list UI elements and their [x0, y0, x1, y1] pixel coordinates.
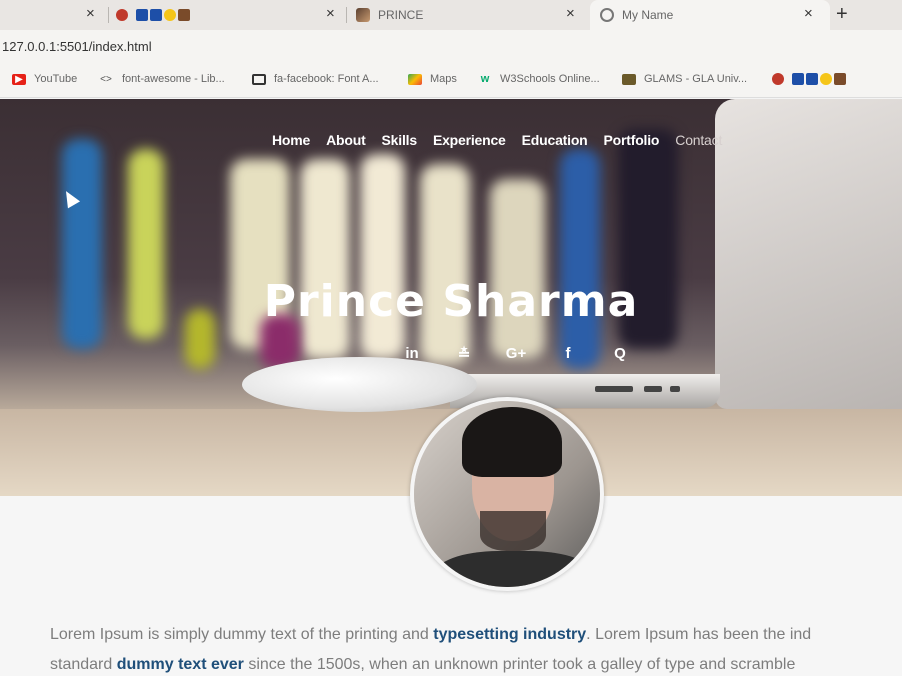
tab-my-name[interactable]: My Name × — [590, 0, 830, 30]
close-icon[interactable]: × — [326, 5, 335, 22]
glams-icon — [622, 73, 636, 85]
profile-avatar — [410, 397, 604, 591]
google-plus-icon[interactable]: G+ — [490, 345, 542, 363]
linkedin-icon[interactable]: in — [386, 345, 438, 363]
bookmark-label: fa-facebook: Font A... — [274, 73, 379, 85]
tab-title: My Name — [622, 8, 674, 22]
close-icon[interactable]: × — [566, 5, 575, 22]
quora-icon[interactable]: Q — [594, 345, 646, 363]
tab-1[interactable]: × — [0, 0, 110, 30]
page-favicon-icon — [356, 8, 370, 22]
laptop-port — [644, 386, 662, 392]
page-icon — [252, 73, 266, 85]
laptop-image — [715, 99, 902, 409]
background-book — [490, 179, 545, 359]
tab-prince[interactable]: PRINCE × — [356, 0, 586, 30]
bookmark-label: W3Schools Online... — [500, 73, 600, 85]
paragraph-text: standard — [50, 656, 117, 673]
close-icon[interactable]: × — [86, 5, 95, 22]
bookmark-label: GLAMS - GLA Univ... — [644, 73, 748, 85]
nav-portfolio[interactable]: Portfolio — [604, 132, 660, 148]
code-icon: <> — [100, 73, 112, 85]
globe-icon — [600, 8, 614, 22]
nav-contact[interactable]: Contact — [675, 132, 722, 148]
avatar-hair — [462, 407, 562, 477]
address-bar[interactable]: 127.0.0.1:5501/index.html — [0, 30, 902, 64]
maps-icon — [408, 73, 422, 85]
bookmark-label: YouTube — [34, 73, 78, 85]
nav-home[interactable]: Home — [272, 132, 310, 148]
laptop-port — [595, 386, 633, 392]
background-book — [300, 159, 350, 359]
paragraph-highlight: dummy text ever — [116, 656, 244, 673]
bookmark-font-awesome[interactable]: <> font-awesome - Lib... — [98, 73, 225, 85]
w3schools-icon: w — [480, 72, 490, 85]
family-icon — [834, 73, 846, 85]
bookmark-emoji[interactable] — [772, 73, 848, 85]
tab-bar: × × PRINCE × My Name × + — [0, 0, 902, 30]
bookmark-youtube[interactable]: ▶ YouTube — [12, 73, 77, 85]
avatar-shirt — [434, 551, 594, 587]
bookmark-label: Maps — [430, 73, 457, 85]
laptop-port — [670, 386, 680, 392]
bookmark-glams[interactable]: GLAMS - GLA Univ... — [622, 73, 747, 85]
background-book — [560, 149, 600, 369]
bookmark-maps[interactable]: Maps — [408, 73, 457, 85]
background-book — [360, 154, 405, 359]
bookmark-fa-facebook[interactable]: fa-facebook: Font A... — [252, 73, 379, 85]
nav-experience[interactable]: Experience — [433, 132, 506, 148]
paragraph-text: Lorem Ipsum is simply dummy text of the … — [50, 626, 434, 643]
ps-icon-2 — [806, 73, 818, 85]
tab-separator — [346, 7, 347, 23]
ps-icon — [136, 9, 148, 21]
nav-about[interactable]: About — [326, 132, 366, 148]
social-links: in ≛ G+ f Q — [386, 345, 646, 363]
nav-education[interactable]: Education — [522, 132, 588, 148]
family-icon — [178, 9, 190, 21]
hero-title: Prince Sharma — [263, 276, 639, 327]
facebook-icon[interactable]: f — [542, 345, 594, 363]
new-tab-button[interactable]: + — [836, 3, 848, 26]
url-text[interactable]: 127.0.0.1:5501/index.html — [2, 39, 152, 54]
bookmarks-bar: ▶ YouTube <> font-awesome - Lib... fa-fa… — [0, 64, 902, 98]
avatar-beard — [480, 511, 546, 551]
tab-emoji[interactable]: × — [116, 0, 346, 30]
paragraph-text: since the 1500s, when an unknown printer… — [243, 656, 796, 673]
emoji-icon — [820, 73, 832, 85]
main-nav: Home About Skills Experience Education P… — [272, 132, 738, 148]
bookmark-w3schools[interactable]: w W3Schools Online... — [478, 73, 600, 85]
emoji-icon — [164, 9, 176, 21]
background-book — [420, 164, 470, 364]
close-icon[interactable]: × — [804, 5, 813, 22]
person-icon — [116, 9, 128, 21]
paragraph-highlight: typesetting industry — [433, 626, 587, 643]
ps-icon — [792, 73, 804, 85]
tab-separator — [108, 7, 109, 23]
tab-title: PRINCE — [378, 8, 424, 22]
nav-skills[interactable]: Skills — [382, 132, 418, 148]
stackoverflow-icon[interactable]: ≛ — [438, 345, 490, 363]
paragraph-text: . Lorem Ipsum has been the ind — [586, 626, 812, 643]
youtube-icon: ▶ — [12, 73, 26, 85]
intro-paragraph: Lorem Ipsum is simply dummy text of the … — [50, 620, 902, 676]
bookmark-label: font-awesome - Lib... — [122, 73, 225, 85]
ps-icon-2 — [150, 9, 162, 21]
person-icon — [772, 73, 784, 85]
